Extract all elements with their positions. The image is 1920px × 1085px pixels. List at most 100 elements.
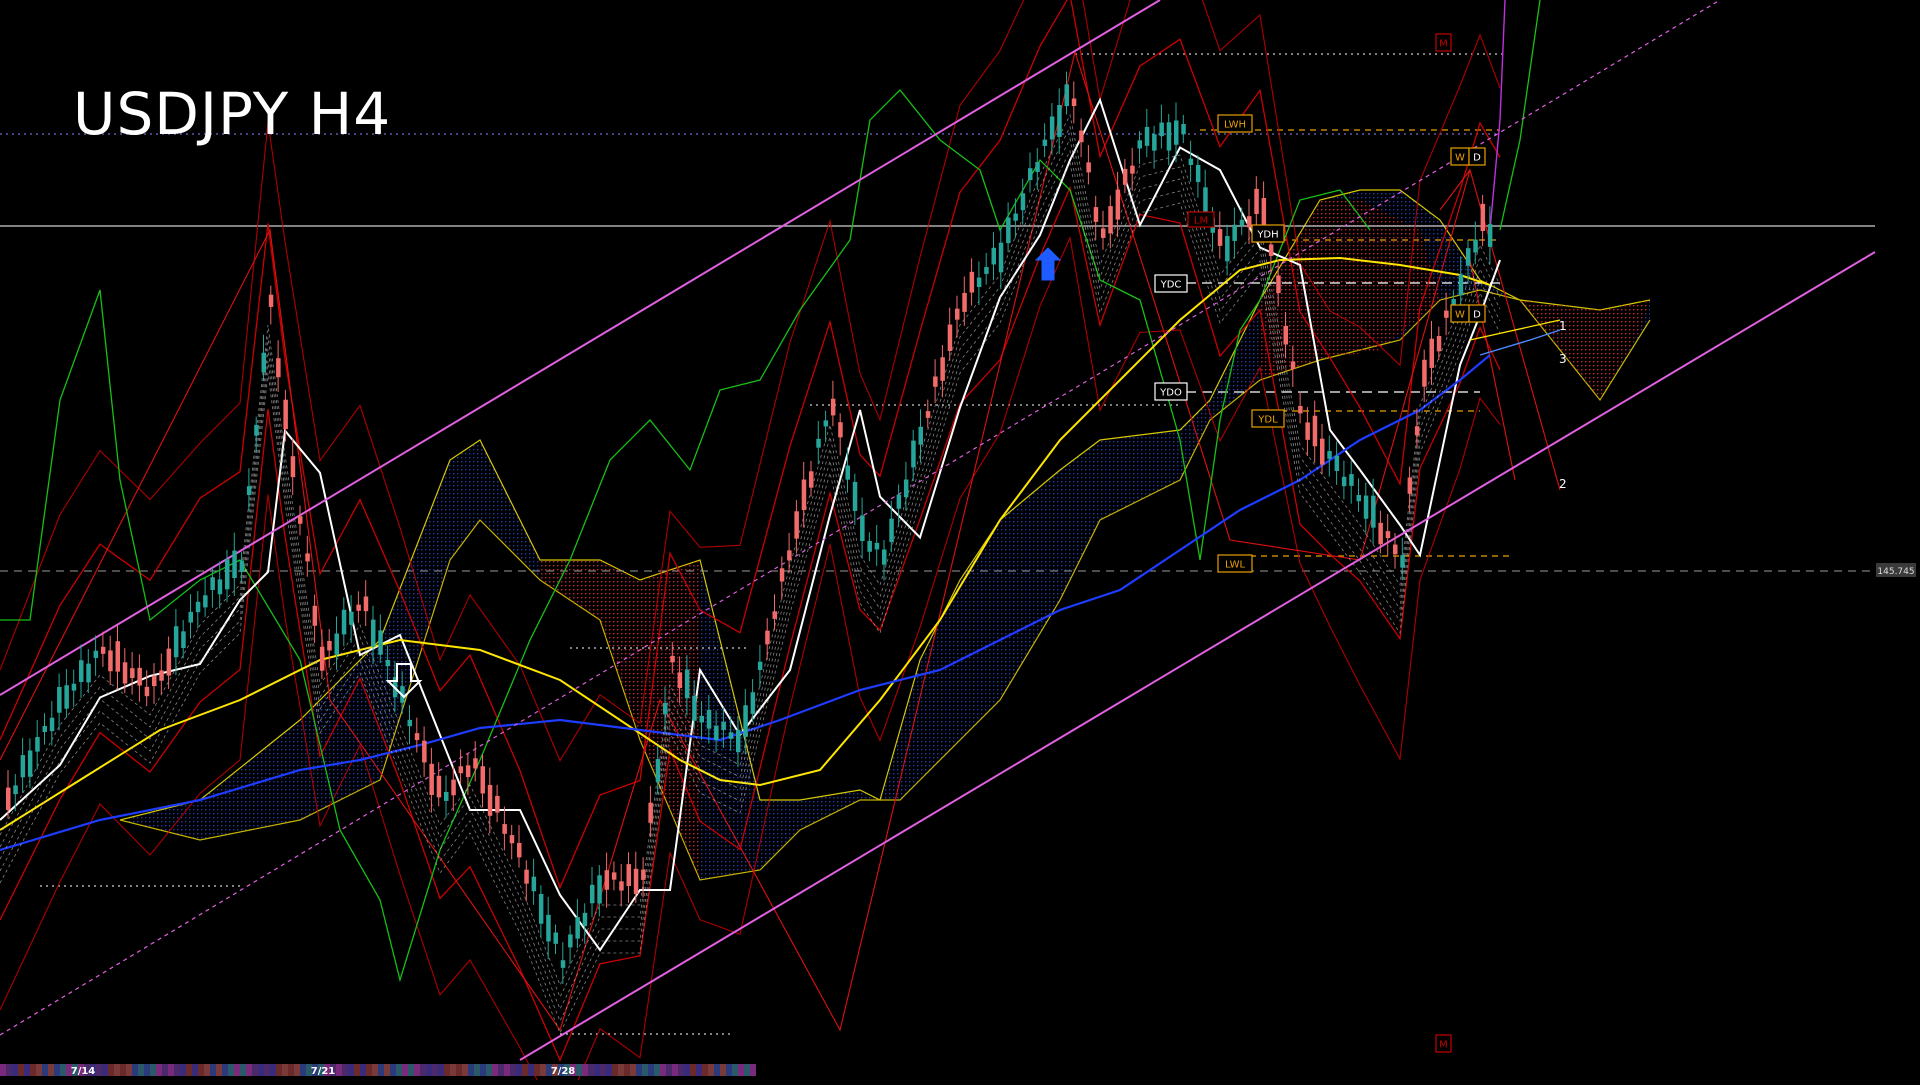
date-bar-cell xyxy=(162,1064,168,1076)
candle-bull xyxy=(195,601,201,613)
candle-bear xyxy=(772,611,777,619)
candle-bull xyxy=(1400,555,1405,568)
candle-bear xyxy=(940,357,945,381)
candle-bull xyxy=(1057,105,1062,137)
candle-bull xyxy=(261,352,266,373)
label-ydc: YDC xyxy=(1154,274,1188,293)
date-bar-cell xyxy=(594,1064,600,1076)
candle-bull xyxy=(743,705,748,737)
candle-bull xyxy=(1473,239,1478,253)
candle-bear xyxy=(1385,531,1391,539)
candle-bull xyxy=(407,719,412,727)
price-channel xyxy=(0,0,1876,1061)
candle-bear xyxy=(495,795,500,813)
date-bar-cell xyxy=(0,1064,6,1076)
date-bar-cell xyxy=(444,1064,450,1076)
candle-bull xyxy=(334,633,339,655)
candle-bull xyxy=(232,550,237,579)
date-bar-cell xyxy=(240,1064,246,1076)
date-bar-cell xyxy=(498,1064,504,1076)
candle-bear xyxy=(626,864,631,887)
candle-bear xyxy=(451,779,456,796)
date-bar-cell xyxy=(372,1064,378,1076)
candle-bear xyxy=(1393,544,1398,555)
candle-bear xyxy=(1444,310,1449,318)
candle-bear xyxy=(356,604,361,611)
candle-bull xyxy=(1152,134,1157,151)
candle-bear xyxy=(1086,162,1091,173)
candle-bull xyxy=(1144,126,1150,146)
candle-bear xyxy=(830,398,836,416)
candle-bear xyxy=(152,675,157,687)
candle-bull xyxy=(1371,495,1376,528)
price-chart[interactable]: LWHLWLYDHYDLYDCYDOLMMMW DW D132145.745 7/1… xyxy=(0,0,1920,1085)
candle-bull xyxy=(816,438,821,448)
candle-bull xyxy=(1188,158,1194,165)
label-lm: LM xyxy=(1187,211,1215,228)
date-bar-cell xyxy=(630,1064,636,1076)
candle-bull xyxy=(13,785,18,795)
candle-bull xyxy=(1042,139,1048,146)
candle-bear xyxy=(1283,325,1288,345)
date-bar-cell xyxy=(378,1064,384,1076)
date-bar-cell xyxy=(504,1064,510,1076)
date-bar-cell xyxy=(528,1064,534,1076)
candle-bear xyxy=(1436,336,1442,352)
chart-area[interactable]: LWH LWL YDH YDL YDC YDO LM M M W D W D 1 3 2 145.745 7/1… xyxy=(0,0,1920,1085)
candle-bear xyxy=(480,766,485,794)
date-bar-cell xyxy=(642,1064,648,1076)
candle-bull xyxy=(590,884,595,904)
candle-bull xyxy=(64,685,69,709)
candle-bull xyxy=(217,579,223,595)
candle-bear xyxy=(619,881,624,891)
candle-bull xyxy=(1349,474,1354,486)
wave-label-2: 2 xyxy=(1559,477,1567,491)
candle-bull xyxy=(582,912,588,927)
date-bar-cell xyxy=(516,1064,522,1076)
candle-bull xyxy=(874,542,880,550)
date-bar-cell xyxy=(408,1064,414,1076)
candle-bear xyxy=(779,568,785,582)
date-bar-cell xyxy=(720,1064,726,1076)
candle-bull xyxy=(1363,495,1369,519)
candle-bull xyxy=(560,960,566,968)
candle-bear xyxy=(1101,228,1106,238)
candle-bear xyxy=(100,646,106,654)
label-d-mid: D xyxy=(1468,304,1486,323)
date-bar-cell xyxy=(420,1064,426,1076)
candle-bull xyxy=(341,609,347,635)
date-bar-cell xyxy=(282,1064,288,1076)
candle-bull xyxy=(385,659,391,667)
candle-bear xyxy=(1320,438,1325,465)
current-price-tag: 145.745 xyxy=(1876,563,1916,577)
date-bar-cell xyxy=(168,1064,174,1076)
candle-bull xyxy=(79,660,84,682)
candle-bull xyxy=(1232,224,1237,241)
candle-bull xyxy=(35,737,40,752)
wave-label-1: 1 xyxy=(1559,319,1567,333)
candle-bear xyxy=(473,758,478,769)
candle-bear xyxy=(933,376,938,387)
date-bar-cell xyxy=(738,1064,744,1076)
candle-bull xyxy=(1064,84,1069,107)
date-bar-cell xyxy=(18,1064,24,1076)
label-m-bottom-text: M xyxy=(1439,1040,1448,1051)
date-bar-cell xyxy=(234,1064,240,1076)
candle-bear xyxy=(144,686,150,697)
candle-bull xyxy=(1225,236,1230,262)
candle-bear xyxy=(327,640,332,651)
candle-bull xyxy=(1006,217,1011,244)
candle-bull xyxy=(246,486,252,496)
candle-bear xyxy=(319,646,325,671)
candle-bear xyxy=(1290,361,1296,370)
date-bar-cell xyxy=(246,1064,252,1076)
date-bar-cell xyxy=(624,1064,630,1076)
candle-bear xyxy=(268,294,274,307)
candle-bull xyxy=(181,631,186,649)
label-lwh: LWH xyxy=(1217,114,1253,133)
candle-bull xyxy=(1035,162,1040,172)
date-bar-cell xyxy=(126,1064,132,1076)
label-ydh: YDH xyxy=(1251,224,1285,243)
candle-bear xyxy=(363,596,369,612)
date-bar-cell xyxy=(366,1064,372,1076)
